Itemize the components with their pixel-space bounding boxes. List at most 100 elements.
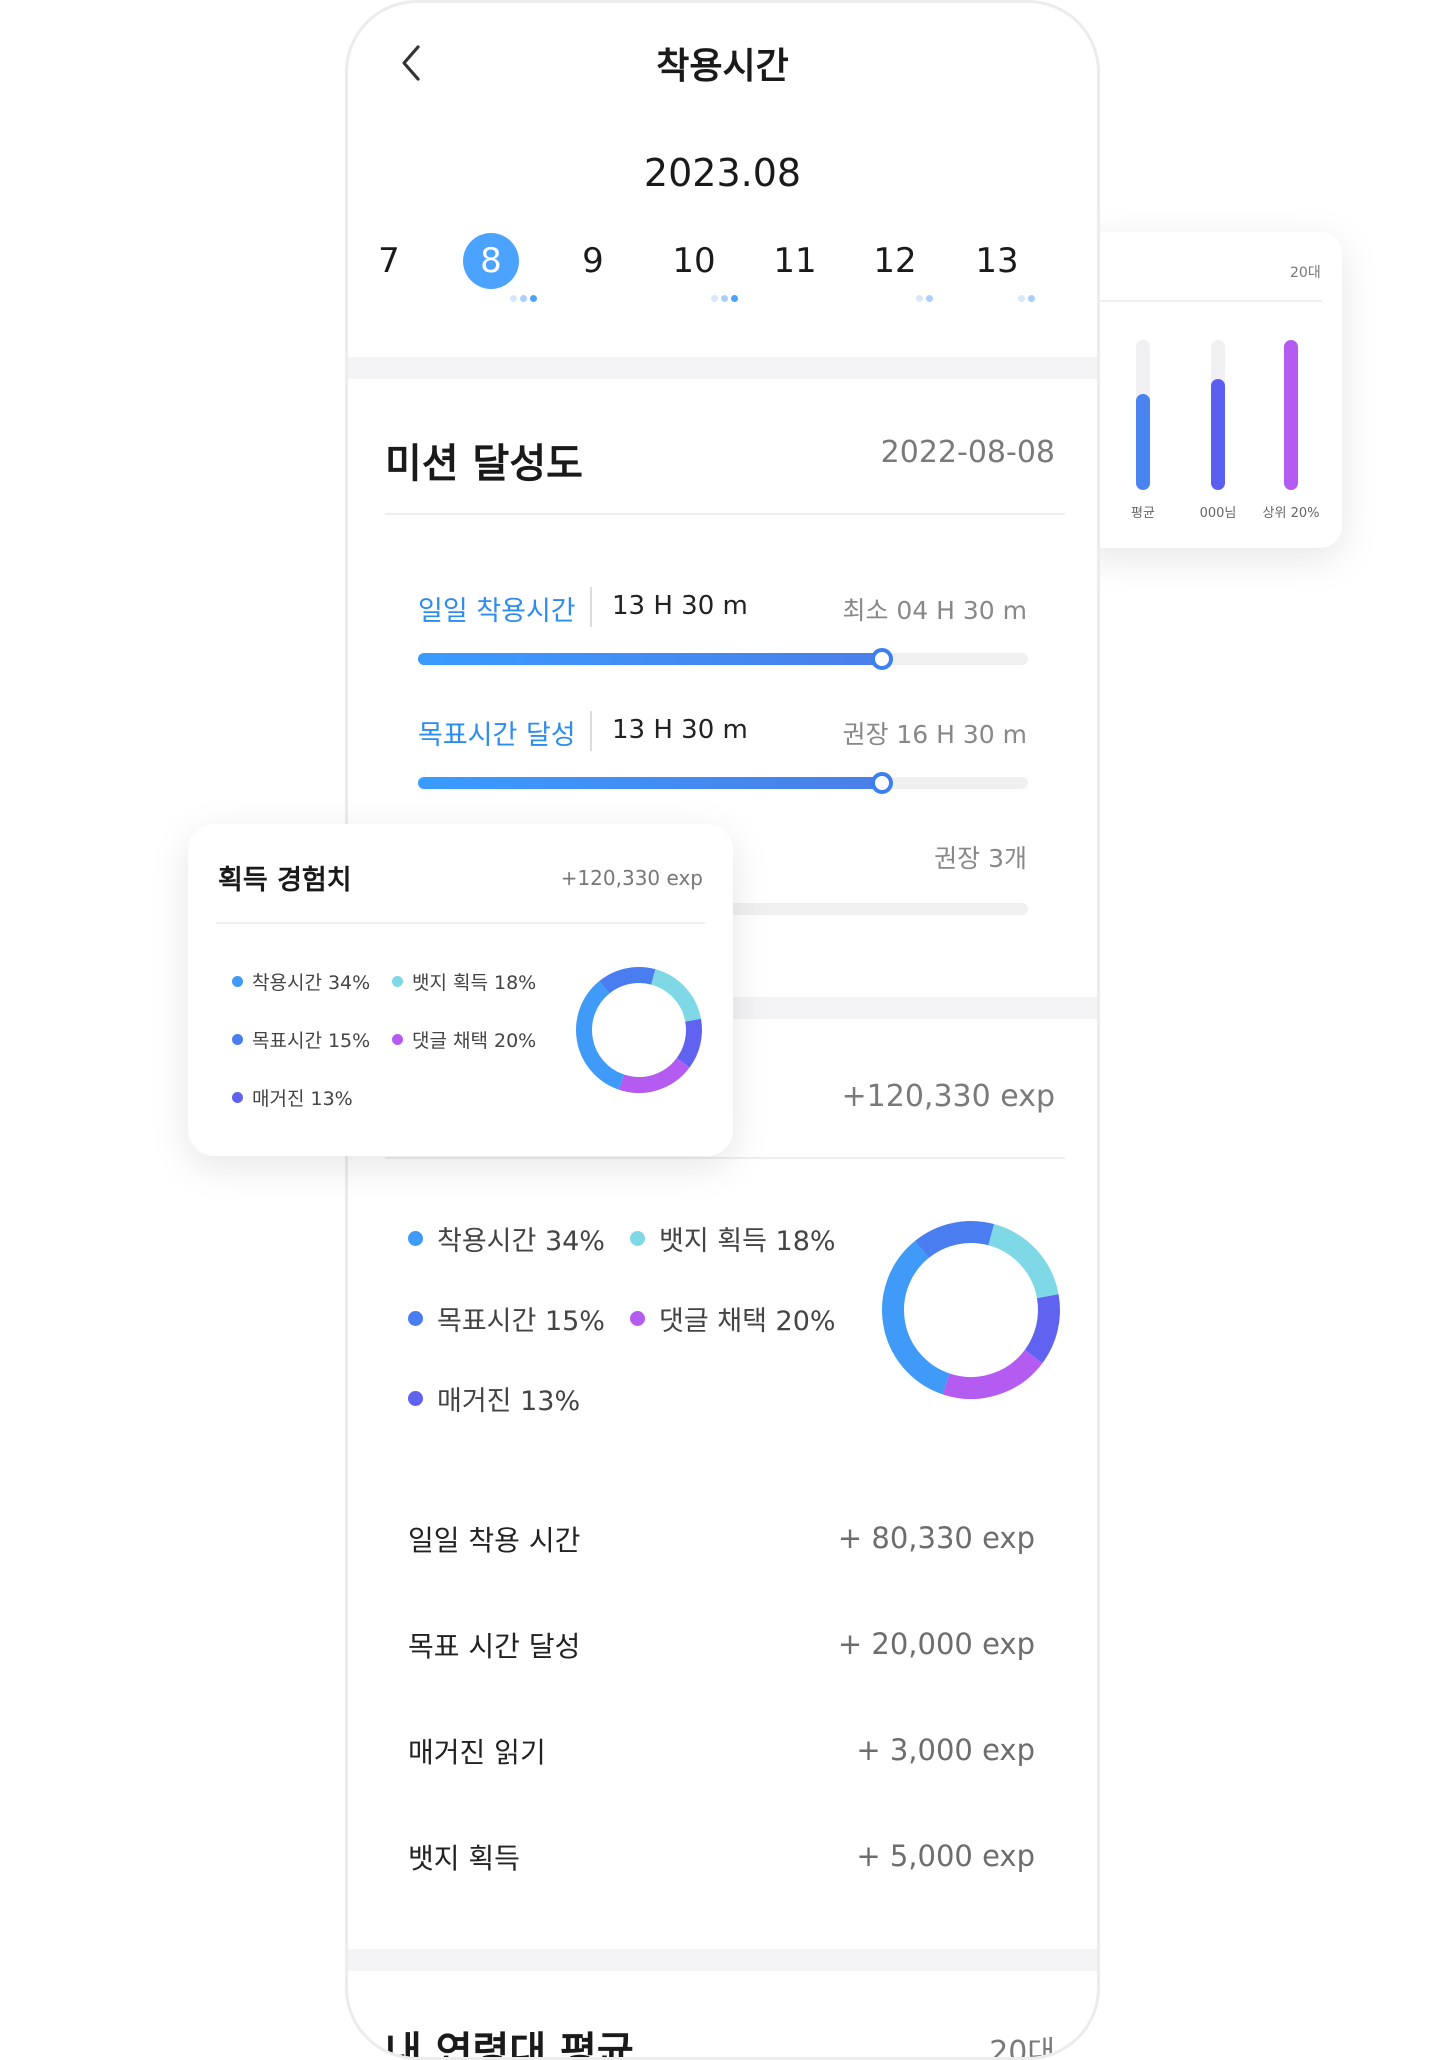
legend-label: 매거진 13% — [437, 1386, 581, 1417]
calendar-day-11[interactable]: 11 — [760, 241, 830, 281]
legend-item: 매거진 13% — [232, 1084, 353, 1111]
donut-segment — [1024, 1294, 1060, 1364]
legend-item: 착용시간 34% — [408, 1219, 605, 1258]
legend-item: 매거진 13% — [408, 1379, 580, 1418]
age-bar-card: 20대 평균 000님 상위 20% — [1080, 232, 1342, 548]
mission-title: 미션 달성도 — [385, 441, 583, 487]
calendar-day-10[interactable]: 10 — [659, 241, 729, 281]
legend-dot — [232, 976, 243, 987]
progress-track — [418, 648, 1028, 670]
calendar-day-7[interactable]: 7 — [354, 241, 424, 281]
calendar-day-number: 10 — [672, 241, 716, 281]
legend-label: 착용시간 34% — [437, 1226, 605, 1257]
legend-dot — [232, 1092, 243, 1103]
donut-segment — [599, 967, 656, 994]
legend-item: 목표시간 15% — [408, 1299, 605, 1338]
exp-item-label: 일일 착용 시간 — [408, 1524, 581, 1557]
legend-label: 뱃지 획득 18% — [659, 1226, 836, 1257]
exp-card-title: 획득 경험치 — [218, 865, 352, 896]
experience-donut-chart-small — [576, 967, 702, 1093]
calendar-day-8[interactable]: 8 — [456, 233, 526, 289]
legend-item: 착용시간 34% — [232, 968, 370, 995]
mission-row-value: 13 H 30 m — [612, 591, 748, 621]
row-separator — [590, 711, 592, 751]
experience-summary-card: 획득 경험치 +120,330 exp 착용시간 34% 뱃지 획득 18% 목… — [188, 824, 733, 1156]
donut-segment — [987, 1224, 1059, 1299]
donut-segment — [650, 969, 702, 1023]
bar-label: 평균 — [1131, 506, 1155, 521]
age-average-age: 20대 — [989, 2035, 1055, 2060]
calendar-day-number: 12 — [873, 241, 917, 281]
page-title: 착용시간 — [656, 46, 789, 87]
mission-row-target: 최소 04 H 30 m — [842, 596, 1027, 625]
legend-item: 뱃지 획득 18% — [392, 968, 536, 995]
calendar-day-number: 11 — [773, 241, 817, 281]
legend-dot — [392, 976, 403, 987]
mission-row-value: 13 H 30 m — [612, 715, 748, 745]
bar — [1211, 379, 1225, 490]
progress-fill — [418, 653, 882, 665]
section-separator — [348, 1949, 1097, 1971]
exp-card-divider — [216, 922, 705, 924]
exp-item-value: + 20,000 exp — [837, 1627, 1035, 1661]
progress-knob[interactable] — [870, 648, 893, 670]
day-indicator-8 — [510, 295, 537, 305]
donut-segment — [676, 1018, 702, 1068]
donut-segment — [882, 1240, 950, 1395]
calendar-day-number: 9 — [582, 241, 604, 281]
legend-dot — [630, 1311, 645, 1326]
calendar-day-9[interactable]: 9 — [558, 241, 628, 281]
bar — [1136, 394, 1150, 490]
bar-track — [1284, 340, 1298, 490]
legend-dot — [408, 1391, 423, 1406]
legend-label: 댓글 채택 20% — [412, 1030, 537, 1052]
day-indicator-10 — [711, 295, 738, 305]
age-average-title: 내 연령대 평균 — [385, 2029, 634, 2060]
row-separator — [590, 587, 592, 627]
calendar-day-number: 8 — [463, 233, 519, 289]
mission-row-label: 일일 착용시간 — [418, 596, 576, 627]
legend-item: 댓글 채택 20% — [630, 1299, 836, 1338]
calendar-day-number: 7 — [378, 241, 400, 281]
exp-item-label: 매거진 읽기 — [408, 1736, 546, 1769]
legend-dot — [408, 1231, 423, 1246]
exp-item-label: 뱃지 획득 — [408, 1842, 520, 1875]
legend-dot — [630, 1231, 645, 1246]
legend-dot — [232, 1034, 243, 1045]
legend-item: 목표시간 15% — [232, 1026, 370, 1053]
mission-row-target: 권장 3개 — [934, 844, 1027, 873]
bar-track — [1211, 340, 1225, 490]
calendar-day-12[interactable]: 12 — [860, 241, 930, 281]
exp-item-label: 목표 시간 달성 — [408, 1630, 581, 1663]
exp-card-total: +120,330 exp — [560, 866, 703, 890]
experience-donut-chart — [882, 1221, 1060, 1399]
legend-label: 목표시간 15% — [252, 1030, 371, 1052]
legend-dot — [408, 1311, 423, 1326]
legend-label: 착용시간 34% — [252, 972, 371, 994]
donut-segment — [914, 1221, 995, 1259]
donut-segment — [576, 981, 625, 1090]
mission-row-label: 목표시간 달성 — [418, 720, 576, 751]
experience-total: +120,330 exp — [841, 1079, 1055, 1114]
legend-dot — [392, 1034, 403, 1045]
mission-row-target: 권장 16 H 30 m — [842, 720, 1027, 749]
day-indicator-12 — [916, 295, 933, 305]
section-separator — [348, 357, 1097, 379]
calendar-month[interactable]: 2023.08 — [348, 151, 1097, 195]
bar-card-age: 20대 — [1290, 265, 1321, 281]
exp-item-value: + 80,330 exp — [837, 1521, 1035, 1555]
legend-label: 목표시간 15% — [437, 1306, 605, 1337]
legend-label: 뱃지 획득 18% — [412, 972, 537, 994]
calendar-day-number: 13 — [975, 241, 1019, 281]
progress-knob[interactable] — [870, 772, 893, 794]
legend-item: 댓글 채택 20% — [392, 1026, 536, 1053]
mission-divider — [385, 513, 1065, 515]
donut-segment — [618, 1057, 690, 1093]
exp-item-value: + 5,000 exp — [856, 1839, 1035, 1873]
bar-label: 상위 20% — [1262, 506, 1320, 521]
bar-label: 000님 — [1199, 506, 1237, 521]
legend-label: 매거진 13% — [252, 1088, 353, 1110]
experience-divider — [385, 1157, 1065, 1159]
calendar-day-13[interactable]: 13 — [962, 241, 1032, 281]
bar-card-divider — [1100, 300, 1322, 302]
